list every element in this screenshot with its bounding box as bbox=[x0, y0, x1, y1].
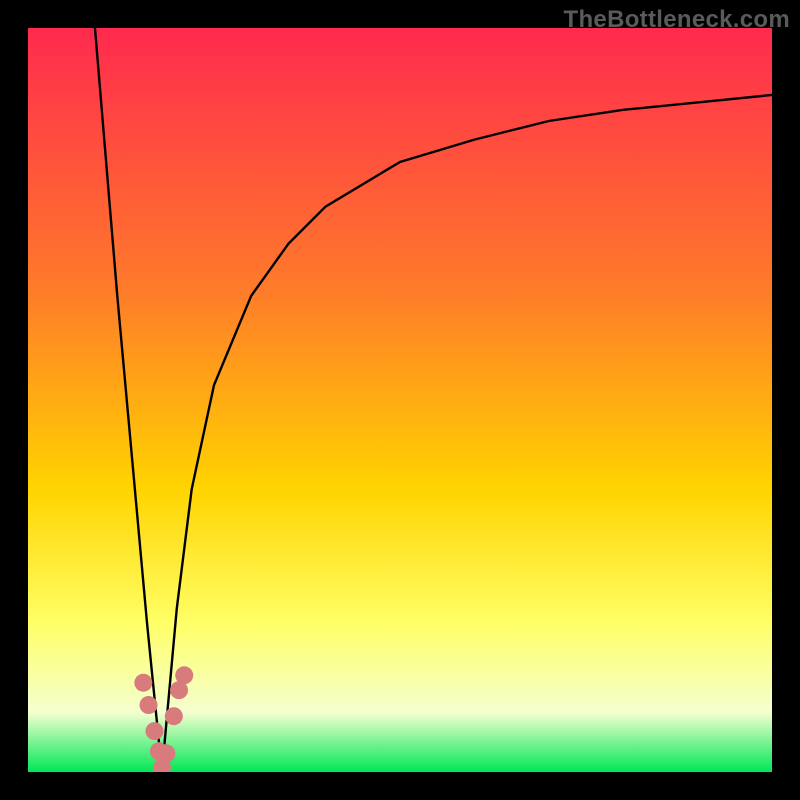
chart-svg bbox=[28, 28, 772, 772]
highlight-marker bbox=[157, 744, 175, 762]
highlight-marker bbox=[134, 674, 152, 692]
highlight-marker bbox=[145, 722, 163, 740]
chart-frame: TheBottleneck.com bbox=[0, 0, 800, 800]
watermark-text: TheBottleneck.com bbox=[564, 6, 790, 34]
gradient-background bbox=[28, 28, 772, 772]
plot-area bbox=[28, 28, 772, 772]
highlight-marker bbox=[175, 666, 193, 684]
highlight-marker bbox=[165, 707, 183, 725]
highlight-marker bbox=[140, 696, 158, 714]
